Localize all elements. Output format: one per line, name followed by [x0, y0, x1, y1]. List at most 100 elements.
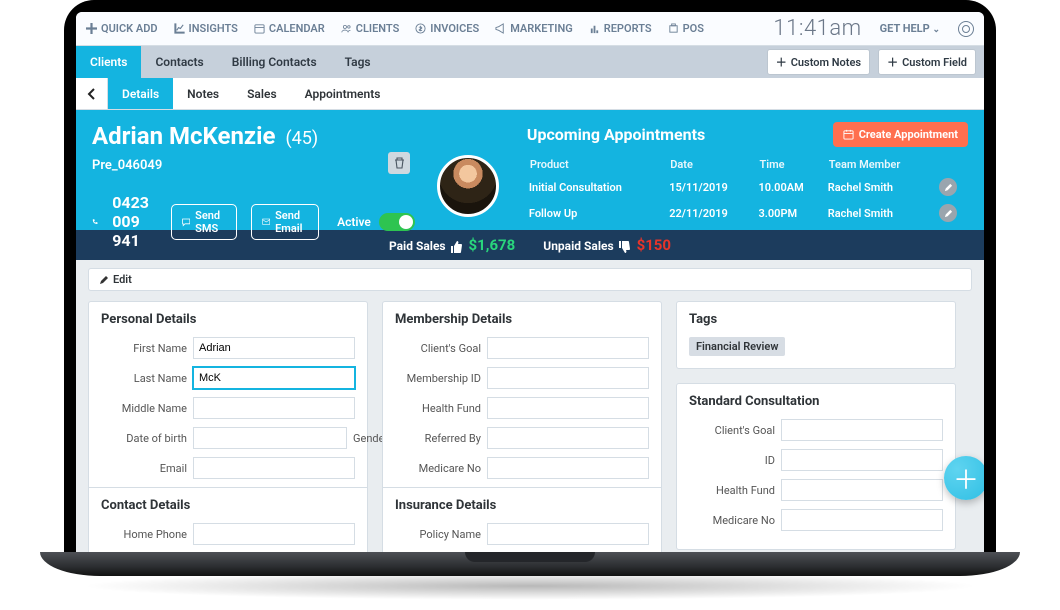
client-header: Adrian McKenzie (45) Pre_046049 0423 009… — [76, 110, 984, 230]
plus-icon: ＋ — [776, 54, 787, 70]
sc-medicare-label: Medicare No — [689, 514, 775, 527]
client-phone: 0423 009 941 — [112, 193, 156, 250]
middle-name-field[interactable] — [193, 397, 355, 419]
edit-button[interactable]: Edit — [88, 268, 972, 291]
panel-title: Standard Consultation — [689, 394, 943, 409]
medicare-no-label: Medicare No — [395, 462, 481, 475]
client-name: Adrian McKenzie (45) — [92, 122, 415, 150]
policy-name-field[interactable] — [487, 523, 649, 545]
sc-id-label: ID — [689, 454, 775, 467]
avatar[interactable] — [437, 155, 499, 217]
table-row: Follow Up 22/11/2019 3.00PM Rachel Smith — [529, 201, 966, 225]
referred-by-field[interactable] — [487, 427, 649, 449]
detail-tabs: Details Notes Sales Appointments — [76, 78, 984, 110]
floating-add-button[interactable]: ＋ — [944, 456, 984, 500]
panel-title: Tags — [689, 312, 943, 327]
mail-icon — [262, 215, 270, 229]
tag-chip[interactable]: Financial Review — [689, 337, 785, 356]
trash-icon — [394, 157, 405, 169]
nav-invoices[interactable]: INVOICES — [415, 22, 479, 35]
email-field[interactable] — [193, 457, 355, 479]
tab-appointments[interactable]: Appointments — [291, 78, 395, 109]
plus-icon: ＋ — [887, 54, 898, 70]
pencil-icon — [944, 183, 953, 192]
panel-title: Membership Details — [395, 312, 649, 327]
nav-insights[interactable]: INSIGHTS — [174, 22, 238, 35]
edit-appointment-button[interactable] — [939, 204, 957, 222]
standard-consultation-panel: Standard Consultation Client's Goal ID H… — [676, 383, 956, 550]
thumbs-down-icon — [617, 240, 631, 254]
first-name-label: First Name — [101, 342, 187, 355]
chevron-down-icon: ⌄ — [932, 25, 940, 35]
membership-details-panel: Membership Details Client's Goal Members… — [382, 301, 662, 552]
personal-details-panel: Personal Details First Name Last Name Mi… — [88, 301, 368, 552]
policy-name-label: Policy Name — [395, 528, 481, 541]
nav-reports[interactable]: REPORTS — [589, 22, 652, 35]
pencil-icon — [944, 209, 953, 218]
get-help-menu[interactable]: GET HELP ⌄ — [880, 22, 940, 35]
chevron-left-icon — [87, 88, 97, 100]
send-sms-button[interactable]: Send SMS — [171, 204, 237, 240]
sc-goal-field[interactable] — [781, 419, 943, 441]
sc-fund-field[interactable] — [781, 479, 943, 501]
panel-title: Contact Details — [101, 498, 355, 513]
active-toggle[interactable] — [379, 213, 415, 231]
create-appointment-button[interactable]: Create Appointment — [833, 122, 968, 147]
health-fund-field[interactable] — [487, 397, 649, 419]
top-nav: QUICK ADD INSIGHTS CALENDAR CLIENTS — [76, 12, 984, 46]
nav-pos[interactable]: POS — [668, 22, 704, 35]
sc-fund-label: Health Fund — [689, 484, 775, 497]
membership-id-field[interactable] — [487, 367, 649, 389]
phone-icon — [92, 215, 98, 229]
tab-clients[interactable]: Clients — [76, 46, 141, 78]
sc-medicare-field[interactable] — [781, 509, 943, 531]
nav-calendar[interactable]: CALENDAR — [254, 22, 325, 35]
custom-field-button[interactable]: ＋ Custom Field — [878, 49, 976, 75]
megaphone-icon — [495, 23, 506, 34]
sc-goal-label: Client's Goal — [689, 424, 775, 437]
chart-line-icon — [174, 23, 185, 34]
sc-id-field[interactable] — [781, 449, 943, 471]
client-goal-field[interactable] — [487, 337, 649, 359]
dollar-circle-icon — [415, 23, 426, 34]
section-tabs: Clients Contacts Billing Contacts Tags ＋… — [76, 46, 984, 78]
nav-marketing[interactable]: MARKETING — [495, 22, 573, 35]
panel-title: Insurance Details — [395, 498, 649, 513]
pencil-icon — [99, 275, 109, 285]
panel-title: Personal Details — [101, 312, 355, 327]
last-name-field[interactable] — [193, 367, 355, 389]
gear-icon[interactable] — [958, 21, 974, 37]
upcoming-appointments-title: Upcoming Appointments — [527, 125, 705, 144]
calendar-icon — [843, 129, 854, 140]
plus-icon — [86, 23, 97, 34]
nav-quick-add[interactable]: QUICK ADD — [86, 22, 158, 35]
chart-bar-icon — [589, 23, 600, 34]
nav-clients[interactable]: CLIENTS — [341, 22, 400, 35]
dob-field[interactable] — [193, 427, 347, 449]
active-label: Active — [337, 215, 371, 229]
tab-billing-contacts[interactable]: Billing Contacts — [218, 46, 331, 78]
client-age: (45) — [285, 128, 318, 149]
users-icon — [341, 23, 352, 34]
back-button[interactable] — [76, 78, 108, 109]
home-phone-field[interactable] — [193, 523, 355, 545]
middle-name-label: Middle Name — [101, 402, 187, 415]
register-icon — [668, 23, 679, 34]
dob-label: Date of birth — [101, 432, 187, 445]
first-name-field[interactable] — [193, 337, 355, 359]
client-goal-label: Client's Goal — [395, 342, 481, 355]
membership-id-label: Membership ID — [395, 372, 481, 385]
custom-notes-button[interactable]: ＋ Custom Notes — [767, 49, 870, 75]
tab-notes[interactable]: Notes — [173, 78, 233, 109]
send-email-button[interactable]: Send Email — [251, 204, 319, 240]
health-fund-label: Health Fund — [395, 402, 481, 415]
last-name-label: Last Name — [101, 372, 187, 385]
client-code: Pre_046049 — [92, 158, 415, 173]
tab-tags[interactable]: Tags — [331, 46, 385, 78]
edit-appointment-button[interactable] — [939, 178, 957, 196]
delete-client-button[interactable] — [388, 152, 410, 174]
tab-contacts[interactable]: Contacts — [141, 46, 217, 78]
medicare-no-field[interactable] — [487, 457, 649, 479]
tab-sales[interactable]: Sales — [233, 78, 291, 109]
tab-details[interactable]: Details — [108, 78, 173, 109]
